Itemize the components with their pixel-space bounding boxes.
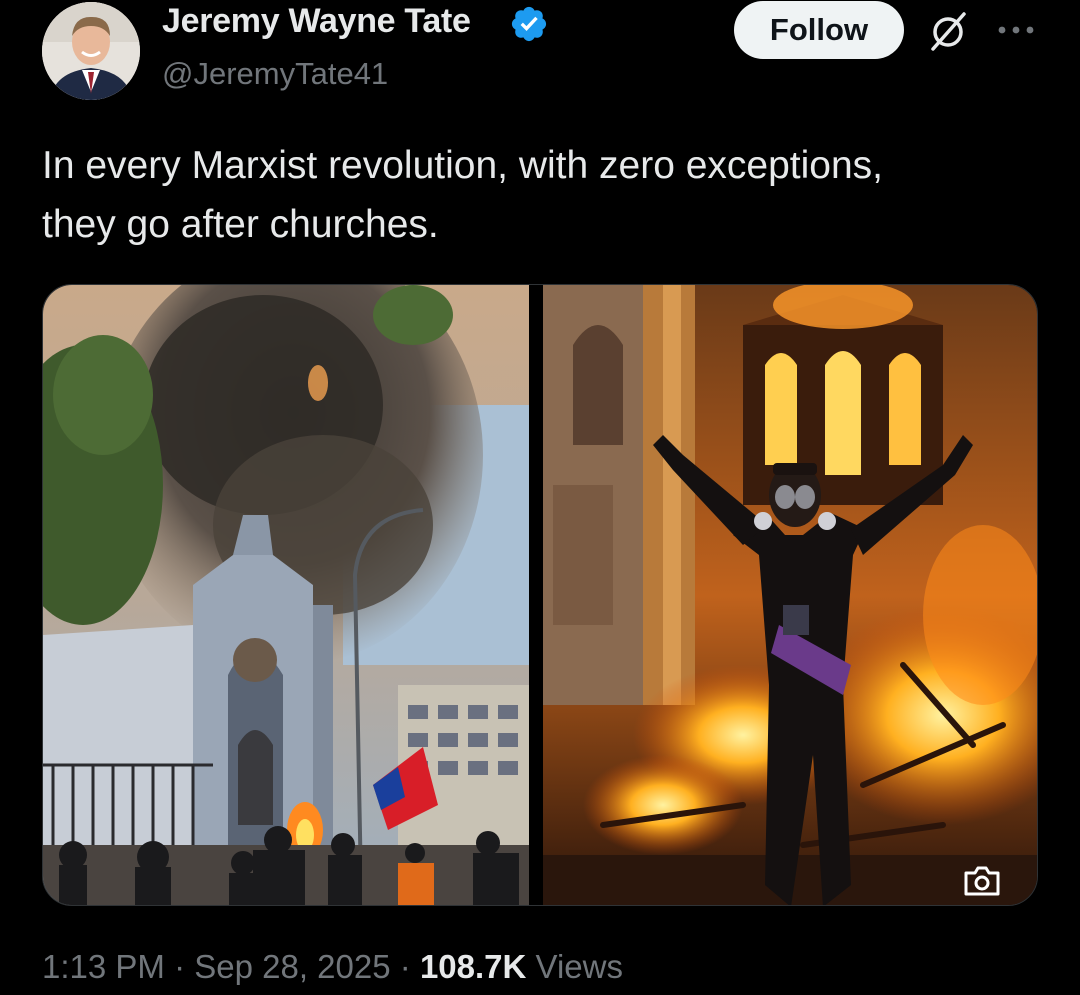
tweet-text: In every Marxist revolution, with zero e… (42, 136, 1042, 254)
tweet-text-line-2: they go after churches. (42, 203, 439, 246)
more-horizontal-icon[interactable] (996, 18, 1036, 42)
verified-badge-icon (511, 6, 547, 42)
follow-button[interactable]: Follow (734, 1, 904, 59)
author-display-name[interactable]: Jeremy Wayne Tate (162, 2, 471, 41)
tweet-meta: 1:13 PM · Sep 28, 2025 · 108.7K Views (42, 948, 623, 986)
tweet-text-line-1: In every Marxist revolution, with zero e… (42, 144, 884, 187)
meta-separator: · (399, 948, 411, 985)
meta-separator: · (174, 948, 186, 985)
views-count: 108.7K (419, 948, 527, 985)
grok-icon[interactable] (924, 8, 972, 56)
author-handle[interactable]: @JeremyTate41 (162, 56, 388, 92)
church-burning-smoke-photo (43, 285, 529, 905)
camera-icon[interactable] (962, 864, 1002, 898)
views-label: Views (535, 948, 623, 985)
tweet-date[interactable]: Sep 28, 2025 (194, 948, 390, 985)
protester-fire-photo (543, 285, 1037, 905)
tweet-time[interactable]: 1:13 PM (42, 948, 165, 985)
avatar[interactable] (42, 2, 140, 100)
tweet-media[interactable] (42, 284, 1038, 906)
